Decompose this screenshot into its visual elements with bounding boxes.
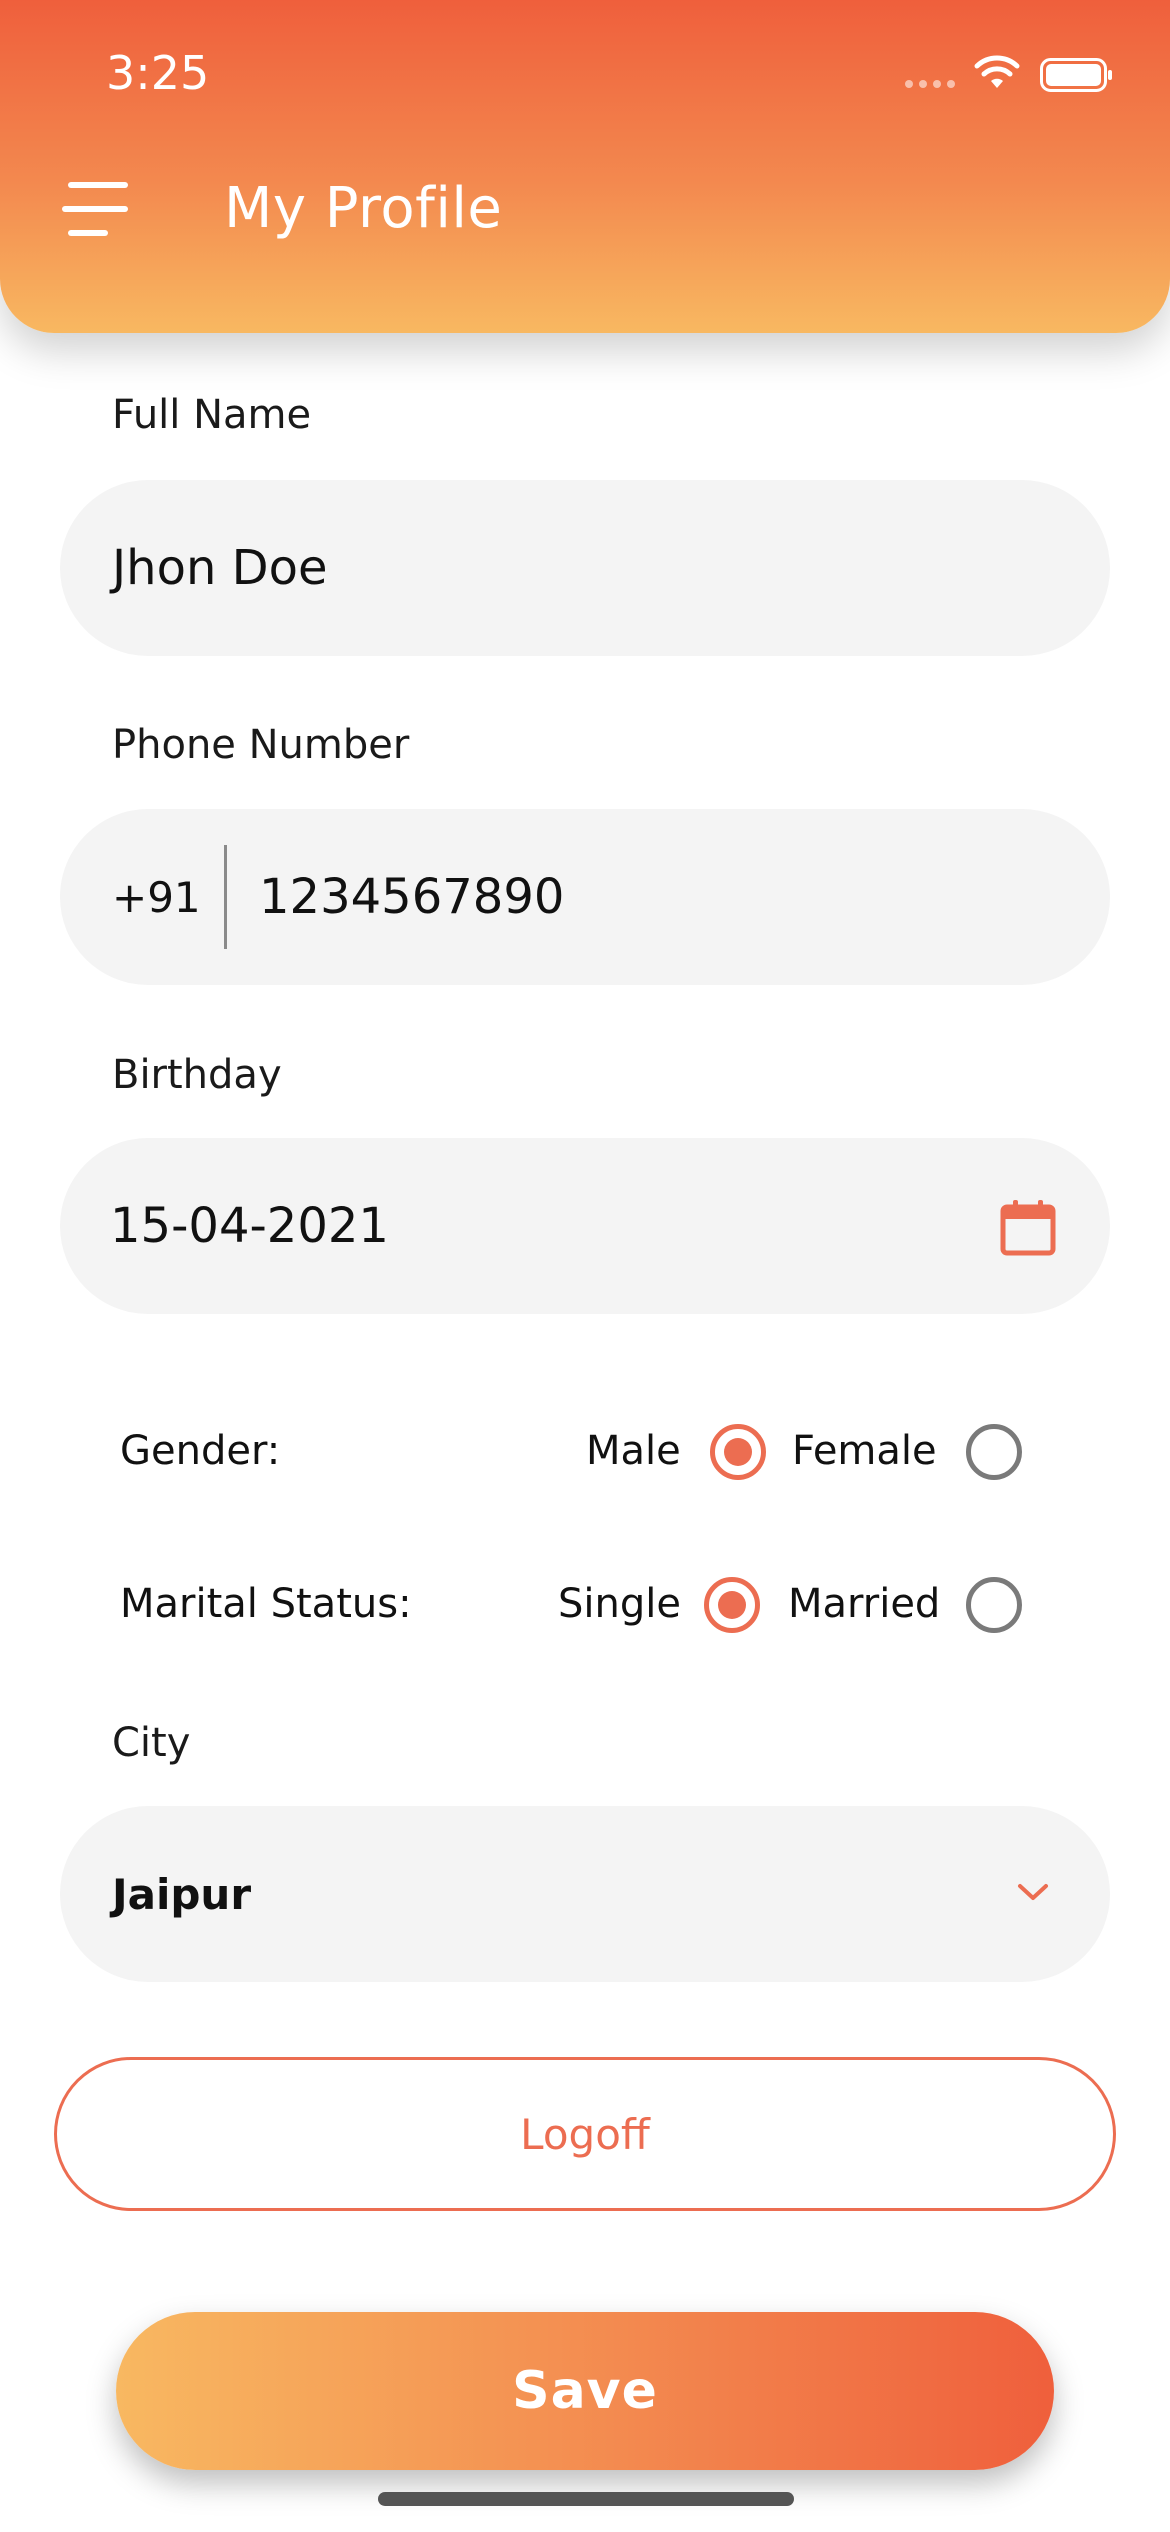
city-label: City [112, 1720, 191, 1766]
full-name-value: Jhon Doe [112, 540, 328, 596]
page-title: My Profile [224, 176, 503, 241]
full-name-field[interactable]: Jhon Doe [60, 480, 1110, 656]
gender-option-male-label[interactable]: Male [586, 1428, 681, 1474]
marital-option-married-label[interactable]: Married [788, 1581, 940, 1627]
phone-divider [224, 845, 227, 949]
menu-icon[interactable] [62, 180, 128, 240]
logoff-button[interactable]: Logoff [54, 2057, 1116, 2211]
home-indicator [378, 2492, 794, 2506]
marital-single-radio[interactable] [704, 1577, 760, 1633]
save-button[interactable]: Save [116, 2312, 1054, 2470]
gender-female-radio[interactable] [966, 1424, 1022, 1480]
birthday-field[interactable]: 15-04-2021 [60, 1138, 1110, 1314]
cellular-signal-icon [905, 80, 955, 88]
wifi-icon [974, 55, 1020, 88]
marital-married-radio[interactable] [966, 1577, 1022, 1633]
gender-label: Gender: [120, 1428, 281, 1474]
gender-option-female-label[interactable]: Female [792, 1428, 937, 1474]
phone-country-code[interactable]: +91 [112, 873, 224, 922]
birthday-label: Birthday [112, 1052, 282, 1098]
phone-label: Phone Number [112, 722, 410, 768]
city-value: Jaipur [112, 1869, 252, 1919]
birthday-value: 15-04-2021 [110, 1198, 389, 1254]
app-header: 3:25 My Profile [0, 0, 1170, 333]
full-name-label: Full Name [112, 392, 312, 438]
city-select[interactable]: Jaipur [60, 1806, 1110, 1982]
chevron-down-icon[interactable] [1016, 1882, 1050, 1902]
gender-male-radio[interactable] [710, 1424, 766, 1480]
marital-status-label: Marital Status: [120, 1581, 412, 1627]
marital-option-single-label[interactable]: Single [558, 1581, 681, 1627]
status-time: 3:25 [106, 46, 210, 100]
battery-icon [1040, 58, 1112, 92]
calendar-icon[interactable] [1000, 1198, 1056, 1256]
phone-value: 1234567890 [259, 869, 565, 925]
phone-field[interactable]: +91 1234567890 [60, 809, 1110, 985]
